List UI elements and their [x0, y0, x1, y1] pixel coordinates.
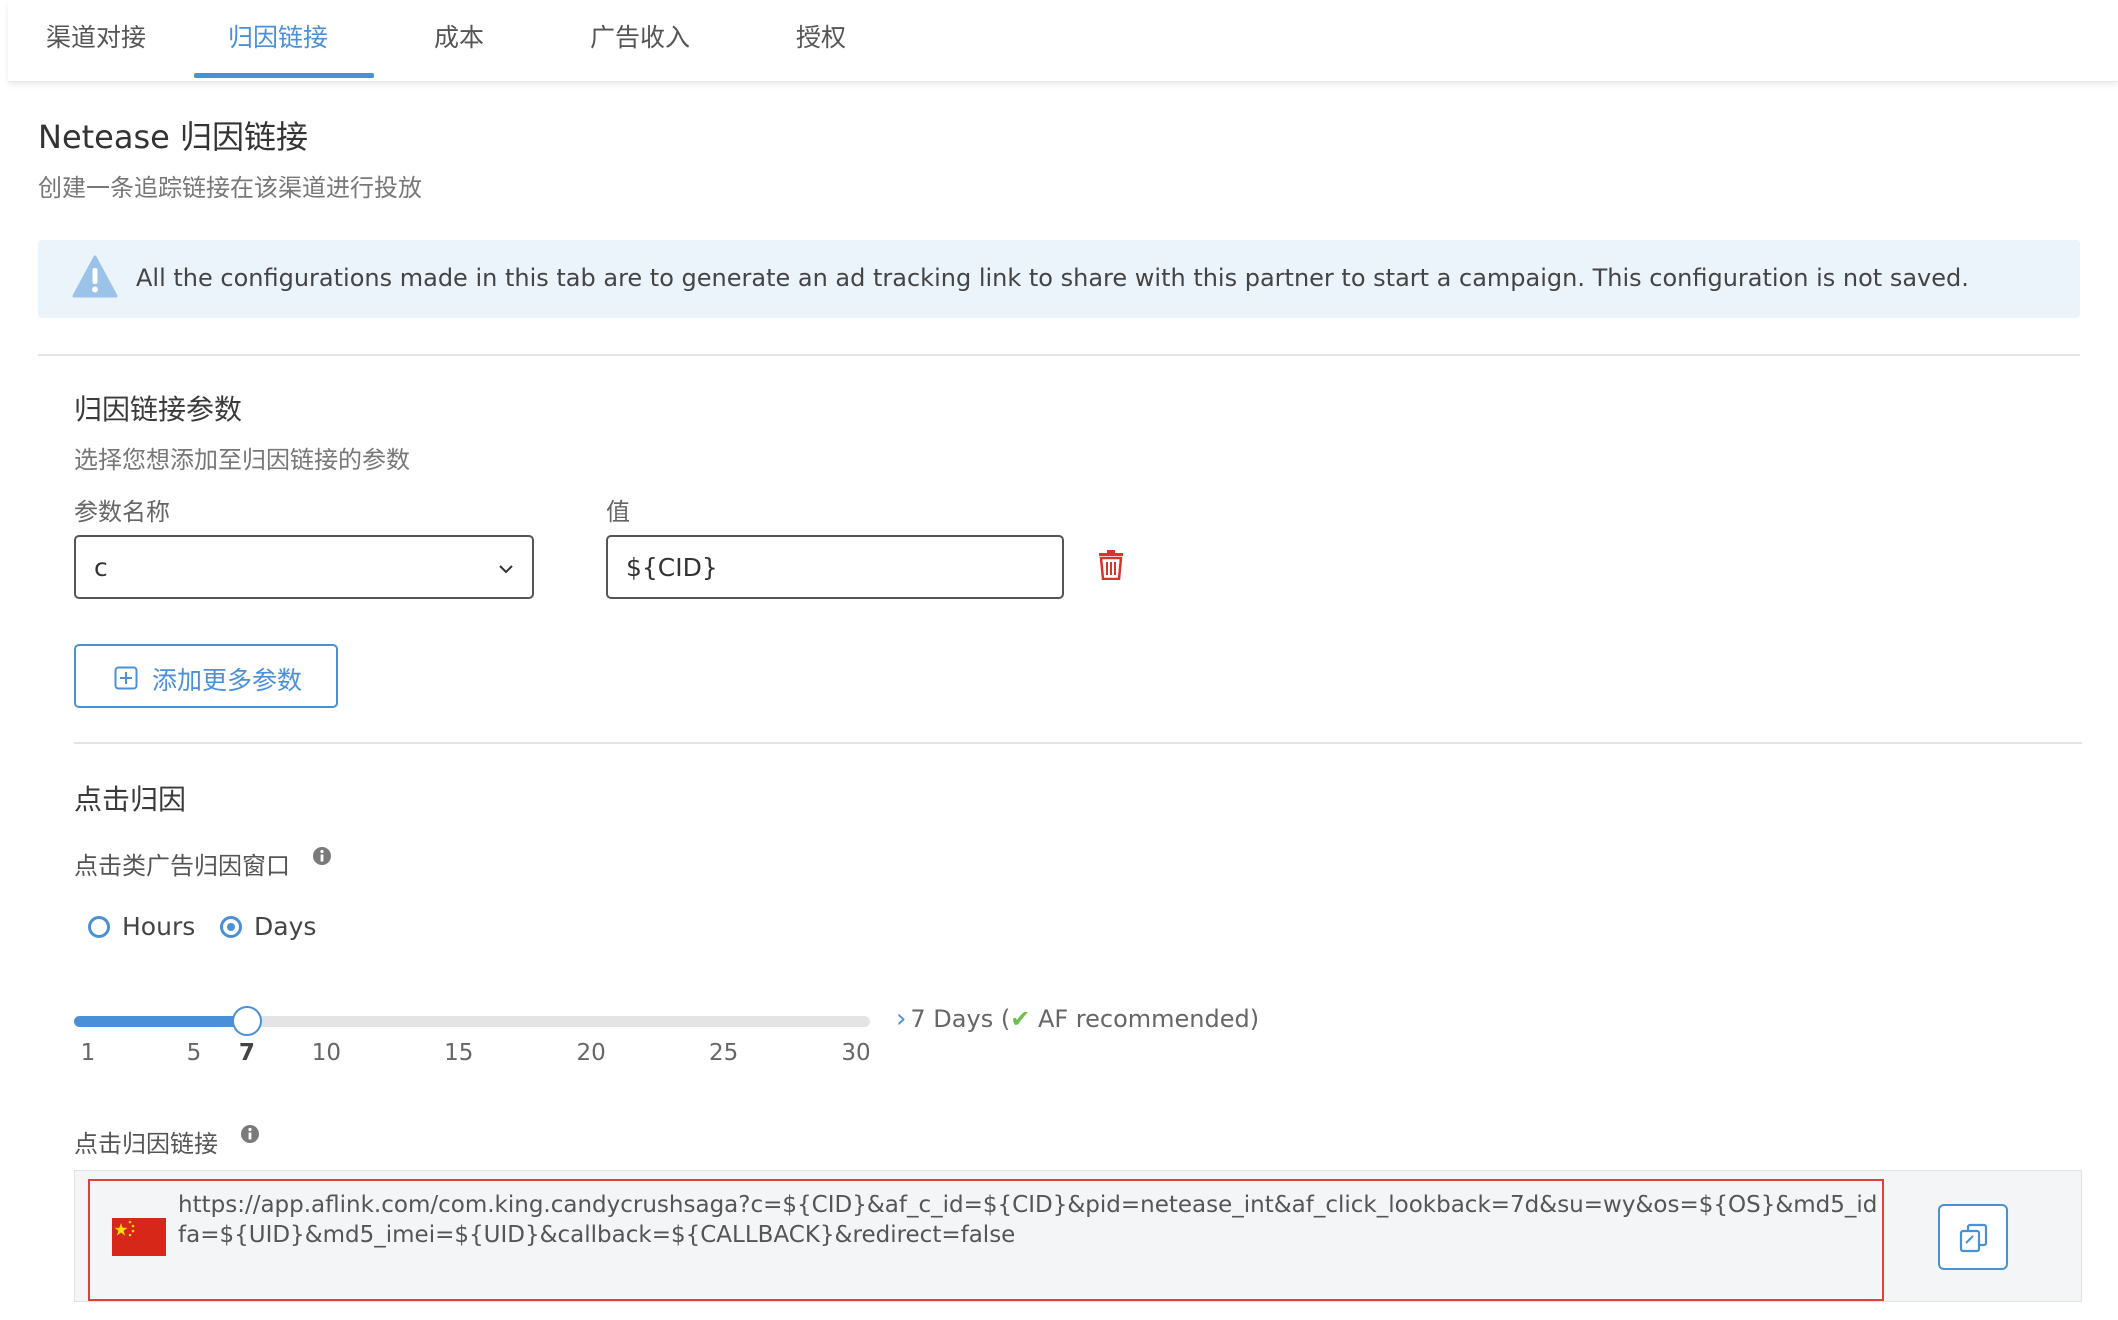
info-icon[interactable]: [312, 846, 332, 866]
tab-bar: 渠道对接 归因链接 成本 广告收入 授权: [8, 0, 2118, 82]
param-name-selected: c: [94, 553, 108, 582]
slider-tick-label: 10: [311, 1040, 341, 1066]
lookback-slider-thumb[interactable]: [231, 1006, 262, 1036]
trash-icon[interactable]: [1098, 550, 1124, 580]
tab-cost[interactable]: 成本: [434, 18, 484, 54]
china-flag-icon: [112, 1218, 166, 1256]
slider-tick-label: 7: [238, 1040, 255, 1066]
slider-tick-label: 30: [841, 1040, 871, 1066]
copy-link-button[interactable]: [1938, 1204, 2008, 1270]
click-window-label: 点击类广告归因窗口: [74, 852, 290, 880]
rec-text: AF recommended): [1030, 1005, 1260, 1033]
params-section-subtitle: 选择您想添加至归因链接的参数: [74, 446, 410, 474]
chevron-down-icon: [499, 565, 513, 574]
check-icon: ✔: [1010, 1005, 1031, 1033]
click-section-title: 点击归因: [74, 783, 187, 816]
tab-channel-integration[interactable]: 渠道对接: [46, 18, 146, 54]
tab-attribution-link[interactable]: 归因链接: [228, 18, 328, 54]
param-value-input[interactable]: [606, 535, 1064, 599]
slider-tick-label: 20: [576, 1040, 606, 1066]
slider-tick-label: 5: [186, 1040, 202, 1066]
slider-tick-label: 25: [708, 1040, 739, 1066]
warning-icon: [72, 255, 118, 298]
add-param-button[interactable]: 添加更多参数: [74, 644, 338, 708]
tab-permissions[interactable]: 授权: [796, 18, 846, 54]
lookback-slider-track[interactable]: [74, 1016, 870, 1027]
param-name-label: 参数名称: [74, 498, 170, 526]
radio-days-circle: [220, 916, 242, 938]
radio-hours-circle: [88, 916, 110, 938]
divider: [38, 354, 2080, 356]
rec-prefix: 7 Days (: [910, 1005, 1011, 1033]
page-title: Netease 归因链接: [38, 118, 309, 156]
plus-square-icon: [114, 666, 138, 690]
copy-icon: [1959, 1223, 1988, 1253]
active-tab-indicator: [194, 73, 374, 78]
lookback-slider-fill: [74, 1016, 247, 1027]
divider: [74, 742, 2082, 744]
chevron-right-icon: ›: [896, 1004, 907, 1034]
slider-tick-label: 15: [444, 1040, 474, 1066]
param-value-label: 值: [606, 498, 630, 526]
attribution-link-text[interactable]: https://app.aflink.com/com.king.candycru…: [178, 1190, 1878, 1250]
info-alert: All the configurations made in this tab …: [38, 240, 2080, 318]
add-param-label: 添加更多参数: [152, 666, 303, 695]
page-subtitle: 创建一条追踪链接在该渠道进行投放: [38, 174, 422, 202]
radio-hours-label: Hours: [122, 912, 196, 941]
param-name-select[interactable]: c: [74, 535, 534, 599]
params-section-title: 归因链接参数: [74, 393, 243, 426]
info-icon[interactable]: [240, 1124, 260, 1144]
radio-days-label: Days: [254, 912, 317, 941]
lookback-recommendation: › 7 Days (✔ AF recommended): [896, 1004, 1259, 1034]
alert-text: All the configurations made in this tab …: [136, 264, 1969, 292]
slider-tick-label: 1: [80, 1040, 96, 1066]
click-link-label: 点击归因链接: [74, 1130, 218, 1158]
tab-ad-revenue[interactable]: 广告收入: [590, 18, 690, 54]
